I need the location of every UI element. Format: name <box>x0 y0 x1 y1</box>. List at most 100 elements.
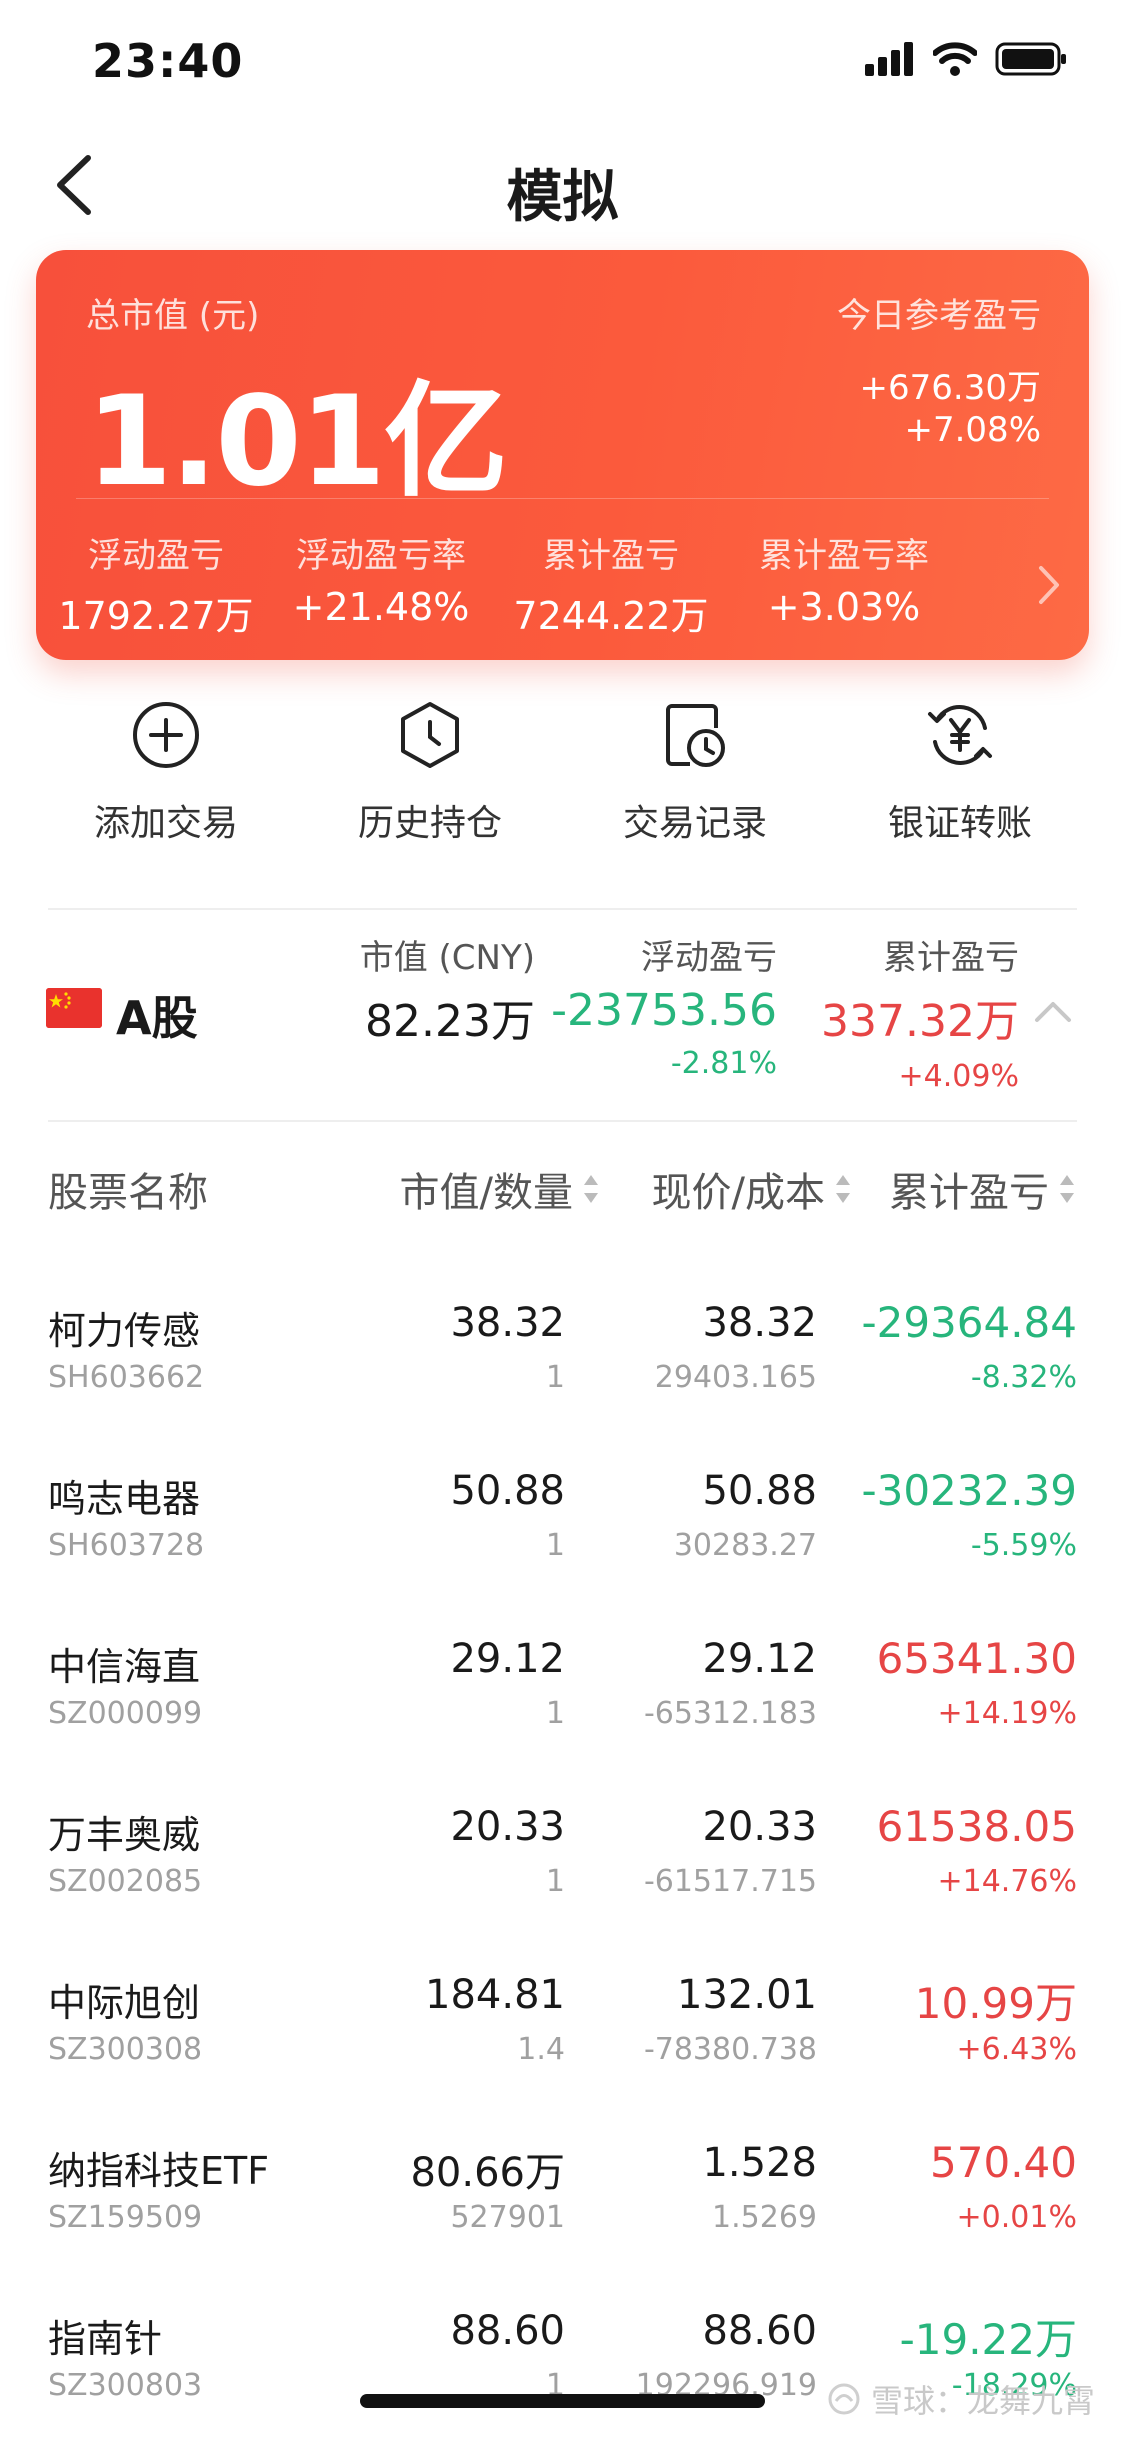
plus-circle-icon <box>133 702 199 768</box>
history-holdings-button[interactable]: 历史持仓 <box>320 700 540 846</box>
watermark-text: 雪球：龙舞九霄 <box>870 2382 1095 2420</box>
hexagon-clock-icon <box>401 702 459 768</box>
stock-price: 1.528 <box>702 2140 817 2186</box>
float-pnl-label: 浮动盈亏 <box>641 938 777 978</box>
cum-pnl-label: 累计盈亏 <box>883 938 1019 978</box>
stat-float-pnl-rate: 浮动盈亏率 +21.48% <box>261 528 501 629</box>
page-title: 模拟 <box>506 165 619 230</box>
stock-value: 50.88 <box>450 1468 565 1514</box>
today-pnl-percent: +7.08% <box>904 410 1042 450</box>
stat-float-pnl: 浮动盈亏 1792.27万 <box>36 528 276 640</box>
stat-value: +3.03% <box>767 585 921 629</box>
home-indicator[interactable] <box>360 2394 765 2408</box>
market-value-col: 市值 (CNY) 82.23万 <box>360 930 535 1049</box>
stock-pnl: 570.40 <box>930 2138 1077 2187</box>
stock-qty: 1 <box>545 1696 565 1731</box>
stock-pnl-percent: -5.59% <box>970 1528 1077 1563</box>
chevron-right-icon[interactable] <box>1029 560 1069 610</box>
yuan-transfer-icon <box>928 705 992 765</box>
stock-cost: 1.5269 <box>712 2200 817 2235</box>
stock-value: 29.12 <box>450 1636 565 1682</box>
history-holdings-label: 历史持仓 <box>357 803 502 844</box>
float-pnl-col: 浮动盈亏 -23753.56 -2.81% <box>551 930 777 1081</box>
stock-pnl: 10.99万 <box>914 1979 1077 2028</box>
table-row[interactable]: 纳指科技ETF SZ159509 80.66万 527901 1.528 1.5… <box>0 2108 1125 2276</box>
stock-name: 柯力传感 <box>48 1309 201 1353</box>
status-bar: 23:40 <box>0 0 1125 120</box>
stat-label: 累计盈亏 <box>543 536 679 576</box>
chevron-up-icon[interactable] <box>1031 996 1075 1026</box>
market-summary-a-share[interactable]: A股 市值 (CNY) 82.23万 浮动盈亏 -23753.56 -2.81%… <box>0 910 1125 1110</box>
market-name: A股 <box>116 991 198 1045</box>
section-divider <box>48 1120 1077 1122</box>
stock-value: 80.66万 <box>410 2150 565 2196</box>
bank-transfer-button[interactable]: 银证转账 <box>850 700 1070 846</box>
stock-pnl: -30232.39 <box>861 1466 1077 1515</box>
stock-pnl: 61538.05 <box>876 1802 1077 1851</box>
china-flag-icon <box>46 988 102 1028</box>
stock-cost: -78380.738 <box>643 2032 817 2067</box>
col-header-price-cost[interactable]: 现价/成本 <box>652 1160 853 1218</box>
stat-cum-pnl: 累计盈亏 7244.22万 <box>491 528 731 640</box>
stock-name: 纳指科技ETF <box>48 2149 270 2193</box>
table-row[interactable]: 中际旭创 SZ300308 184.81 1.4 132.01 -78380.7… <box>0 1940 1125 2108</box>
stock-cost: 30283.27 <box>673 1528 817 1563</box>
stock-code: SZ300803 <box>48 2368 203 2403</box>
sort-icon <box>1060 1175 1074 1203</box>
portfolio-summary-card[interactable]: 总市值 (元) 1.01亿 今日参考盈亏 +676.30万 +7.08% 浮动盈… <box>36 250 1089 660</box>
stock-pnl: -29364.84 <box>861 1298 1077 1347</box>
today-pnl-value: +676.30万 <box>859 368 1041 408</box>
col-header-value-qty-label: 市值/数量 <box>399 1170 573 1216</box>
today-pnl-label: 今日参考盈亏 <box>837 296 1041 336</box>
col-header-value-qty[interactable]: 市值/数量 <box>400 1160 601 1218</box>
stock-pnl-percent: +14.76% <box>937 1864 1077 1899</box>
stat-label: 浮动盈亏 <box>88 536 224 576</box>
stock-value: 184.81 <box>425 1972 565 2018</box>
stock-price: 20.33 <box>702 1804 817 1850</box>
stock-code: SH603662 <box>48 1360 205 1395</box>
table-row[interactable]: 万丰奥威 SZ002085 20.33 1 20.33 -61517.715 6… <box>0 1772 1125 1940</box>
sort-icon <box>584 1175 598 1203</box>
stock-qty: 527901 <box>450 2200 565 2235</box>
cum-pnl-percent: +4.09% <box>898 1059 1019 1094</box>
stat-value: 1792.27万 <box>58 594 254 638</box>
stock-price: 132.01 <box>677 1972 817 2018</box>
stock-pnl: -19.22万 <box>899 2315 1077 2364</box>
bank-transfer-label: 银证转账 <box>887 803 1032 844</box>
card-divider <box>76 498 1049 499</box>
wifi-icon <box>933 42 977 76</box>
sort-icon <box>836 1175 850 1203</box>
stock-value: 38.32 <box>450 1300 565 1346</box>
stock-code: SZ300308 <box>48 2032 203 2067</box>
stock-name: 万丰奥威 <box>48 1813 201 1857</box>
stock-price: 38.32 <box>702 1300 817 1346</box>
stat-value: 7244.22万 <box>513 594 709 638</box>
total-value-label: 总市值 (元) <box>86 296 260 336</box>
stock-value: 88.60 <box>450 2308 565 2354</box>
stock-cost: -65312.183 <box>643 1696 817 1731</box>
stock-price: 50.88 <box>702 1468 817 1514</box>
col-header-cum-pnl-label: 累计盈亏 <box>889 1170 1049 1216</box>
stat-cum-pnl-rate: 累计盈亏率 +3.03% <box>724 528 964 629</box>
stock-value: 20.33 <box>450 1804 565 1850</box>
stock-code: SH603728 <box>48 1528 205 1563</box>
col-header-cum-pnl[interactable]: 累计盈亏 <box>889 1160 1077 1218</box>
market-value-label: 市值 (CNY) <box>359 938 535 978</box>
signal-icon <box>865 42 913 76</box>
stock-qty: 1.4 <box>517 2032 565 2067</box>
add-trade-label: 添加交易 <box>93 803 238 844</box>
table-row[interactable]: 中信海直 SZ000099 29.12 1 29.12 -65312.183 6… <box>0 1604 1125 1772</box>
action-bar: 添加交易 历史持仓 交易记录 银证转账 <box>0 700 1125 850</box>
stock-code: SZ002085 <box>48 1864 203 1899</box>
table-row[interactable]: 鸣志电器 SH603728 50.88 1 50.88 30283.27 -30… <box>0 1436 1125 1604</box>
table-row[interactable]: 柯力传感 SH603662 38.32 1 38.32 29403.165 -2… <box>0 1268 1125 1436</box>
stock-cost: 29403.165 <box>654 1360 817 1395</box>
stock-name: 中际旭创 <box>48 1981 201 2025</box>
stat-label: 累计盈亏率 <box>759 536 929 576</box>
stock-qty: 1 <box>545 1864 565 1899</box>
add-trade-button[interactable]: 添加交易 <box>56 700 276 846</box>
stock-pnl-percent: +14.19% <box>937 1696 1077 1731</box>
stock-price: 29.12 <box>702 1636 817 1682</box>
trade-records-button[interactable]: 交易记录 <box>585 700 805 846</box>
battery-icon <box>995 42 1066 76</box>
